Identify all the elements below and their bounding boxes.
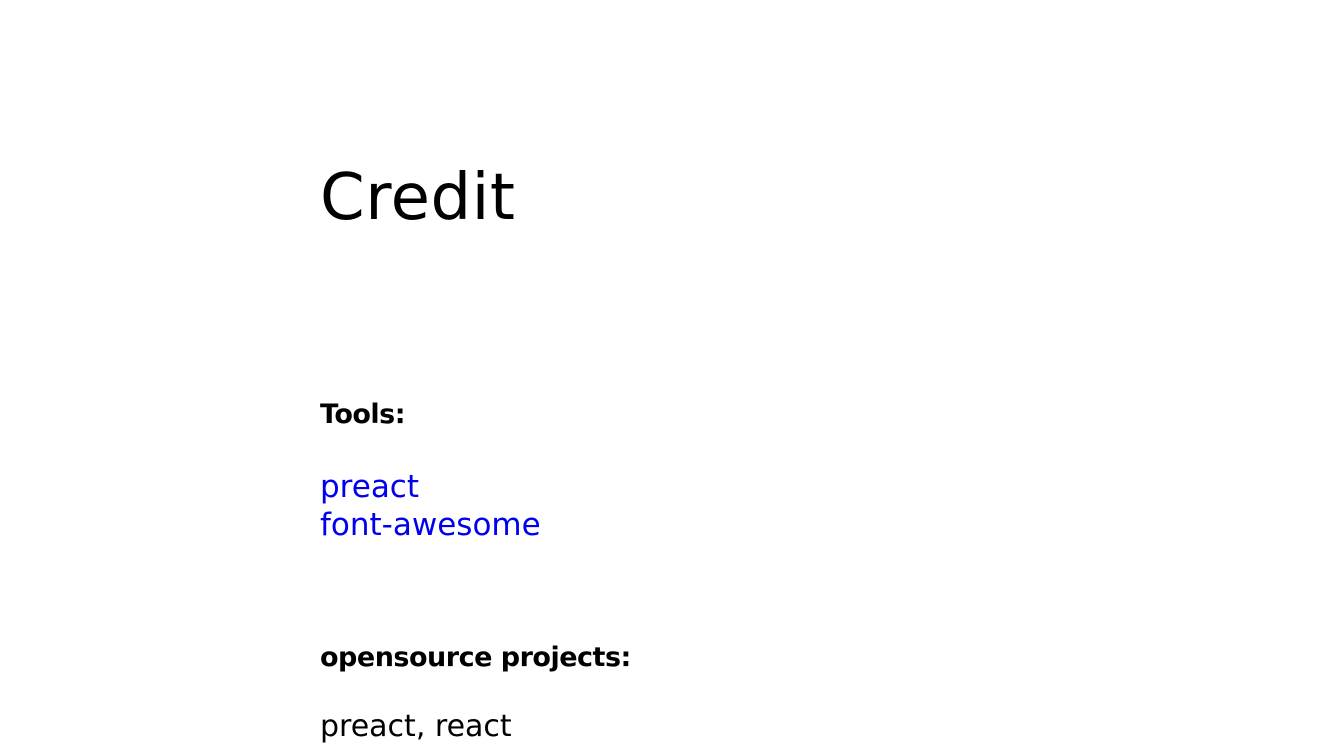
opensource-projects-text: preact, react (320, 709, 512, 744)
preact-link[interactable]: preact (320, 468, 541, 506)
font-awesome-link[interactable]: font-awesome (320, 506, 541, 544)
opensource-heading: opensource projects: (320, 642, 631, 673)
tools-link-list: preact font-awesome (320, 468, 541, 544)
tools-heading: Tools: (320, 399, 406, 430)
page-title: Credit (320, 161, 516, 235)
